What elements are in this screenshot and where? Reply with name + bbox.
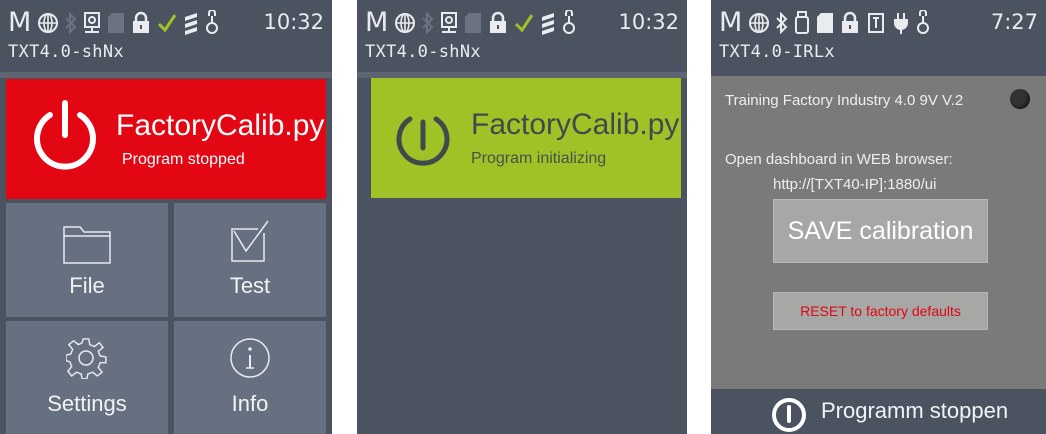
program-status: Program initializing: [471, 150, 607, 167]
dashboard-url: http://[TXT40-IP]:1880/ui: [773, 176, 937, 193]
tile-info[interactable]: Info: [174, 321, 326, 434]
status-bar: M 10:32 TXT4.0-shNx: [357, 0, 687, 72]
screen-program-initializing: M 10:32 TXT4.0-shNx FactoryCalib.py Prog…: [357, 0, 687, 434]
tile-label: Settings: [47, 391, 127, 416]
clock: 10:32: [618, 10, 679, 34]
status-bar: M 7:27 TXT4.0-IRLx: [711, 0, 1046, 72]
camera-icon: [440, 8, 458, 38]
clock: 7:27: [990, 10, 1038, 34]
battery-icon: [183, 8, 199, 38]
mode-letter: M: [8, 7, 32, 38]
tile-file[interactable]: File: [6, 203, 168, 317]
power-plug-icon: [916, 8, 930, 38]
usb-icon: [794, 8, 810, 38]
screen-factory-app: M 7:27 TXT4.0-IRLx Training Factory Indu…: [711, 0, 1046, 434]
status-bar: M 10:32 TXT4.0-shNx: [0, 0, 332, 72]
tile-label: File: [69, 273, 105, 298]
program-name: FactoryCalib.py: [116, 109, 325, 142]
mode-letter: M: [719, 7, 743, 38]
check-icon: [514, 8, 534, 38]
program-card[interactable]: FactoryCalib.py Program stopped: [6, 79, 326, 199]
network-icon: [866, 8, 886, 38]
app-title: Training Factory Industry 4.0 9V V.2: [725, 92, 964, 109]
divider: [0, 72, 332, 78]
power-plug-icon: [205, 8, 219, 38]
battery-icon: [540, 8, 556, 38]
app-panel: Training Factory Industry 4.0 9V V.2 Ope…: [711, 76, 1046, 389]
globe-icon: [37, 8, 59, 38]
dashboard-hint: Open dashboard in WEB browser:: [725, 151, 953, 168]
tile-label: Test: [229, 273, 271, 298]
program-status: Program stopped: [122, 151, 245, 168]
info-icon: [229, 337, 271, 384]
power-plug-icon: [562, 8, 576, 38]
device-name: TXT4.0-IRLx: [719, 42, 835, 62]
plug-icon: [892, 8, 910, 38]
device-name: TXT4.0-shNx: [365, 42, 481, 62]
bluetooth-icon: [422, 8, 434, 38]
power-icon[interactable]: [393, 108, 453, 173]
sdcard-icon: [464, 8, 482, 38]
program-name: FactoryCalib.py: [471, 108, 680, 141]
clock: 10:32: [263, 10, 324, 34]
status-led: [1010, 89, 1030, 109]
sdcard-icon: [816, 8, 834, 38]
lock-icon: [840, 8, 860, 38]
lock-icon: [131, 8, 151, 38]
tile-test[interactable]: Test: [174, 203, 326, 317]
stop-program-label: Programm stoppen: [821, 398, 1009, 423]
globe-icon: [748, 8, 770, 38]
tile-settings[interactable]: Settings: [6, 321, 168, 434]
stop-program-button[interactable]: Programm stoppen: [711, 389, 1046, 434]
save-calibration-button[interactable]: SAVE calibration: [773, 199, 988, 263]
power-icon: [771, 397, 807, 434]
bluetooth-icon: [65, 8, 77, 38]
program-card[interactable]: FactoryCalib.py Program initializing: [371, 78, 681, 198]
device-name: TXT4.0-shNx: [8, 42, 124, 62]
sdcard-icon: [107, 8, 125, 38]
bluetooth-icon: [776, 8, 788, 38]
lock-icon: [488, 8, 508, 38]
globe-icon: [394, 8, 416, 38]
power-icon[interactable]: [30, 99, 100, 178]
folder-icon: [62, 223, 112, 270]
check-icon: [157, 8, 177, 38]
mode-letter: M: [365, 7, 389, 38]
screen-program-stopped: M 10:32 TXT4.0-shNx FactoryCalib.py Prog…: [0, 0, 332, 434]
checkbox-icon: [230, 219, 270, 268]
reset-defaults-button[interactable]: RESET to factory defaults: [773, 292, 988, 330]
tile-label: Info: [231, 391, 269, 416]
gear-icon: [65, 337, 108, 384]
camera-icon: [83, 8, 101, 38]
